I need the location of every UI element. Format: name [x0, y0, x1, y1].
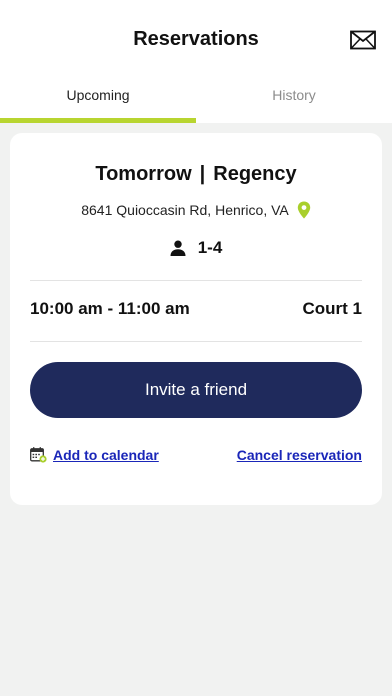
players-row: 1-4	[10, 238, 382, 258]
address-row: 8641 Quioccasin Rd, Henrico, VA	[10, 201, 382, 219]
actions-row: Add to calendar Cancel reservation	[30, 447, 362, 463]
reservation-heading: Tomorrow | Regency	[10, 163, 382, 186]
divider	[30, 341, 362, 342]
person-icon	[170, 240, 186, 256]
reservation-card: Tomorrow | Regency 8641 Quioccasin Rd, Hen…	[10, 133, 382, 505]
tab-history[interactable]: History	[196, 80, 392, 123]
cancel-reservation-link[interactable]: Cancel reservation	[237, 447, 362, 463]
time-row: 10:00 am - 11:00 am Court 1	[30, 299, 362, 319]
map-pin-icon[interactable]	[297, 201, 311, 219]
reservation-location: Regency	[213, 163, 297, 185]
heading-separator: |	[199, 163, 206, 185]
envelope-icon[interactable]	[350, 30, 376, 50]
app-header: Reservations	[0, 0, 392, 80]
divider	[30, 280, 362, 281]
players-count: 1-4	[197, 238, 223, 257]
calendar-add-icon	[30, 447, 47, 463]
reservation-day: Tomorrow	[95, 163, 192, 185]
add-to-calendar-link[interactable]: Add to calendar	[53, 447, 159, 463]
court-name: Court 1	[302, 299, 363, 318]
reservation-address: 8641 Quioccasin Rd, Henrico, VA	[81, 202, 289, 218]
page-title: Reservations	[133, 28, 259, 50]
invite-friend-button[interactable]: Invite a friend	[30, 362, 362, 418]
add-to-calendar-action[interactable]: Add to calendar	[30, 447, 159, 463]
tab-upcoming[interactable]: Upcoming	[0, 80, 196, 123]
reservation-time: 10:00 am - 11:00 am	[30, 299, 190, 318]
reservation-tabs: Upcoming History	[0, 80, 392, 123]
active-tab-indicator	[0, 118, 196, 123]
